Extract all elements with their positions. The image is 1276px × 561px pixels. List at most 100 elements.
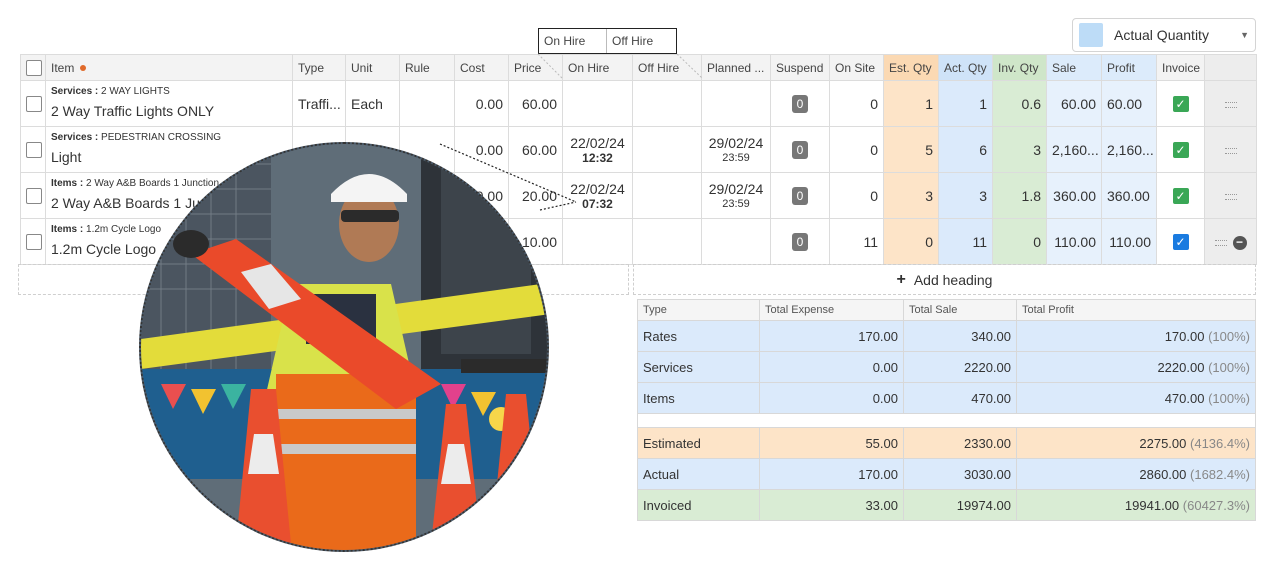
col-on-site[interactable]: On Site [829,54,884,81]
summary-type: Invoiced [637,489,760,521]
summary-sale: 2220.00 [903,351,1017,383]
summary-profit-pct: (4136.4%) [1190,435,1250,451]
row-checkbox[interactable] [26,188,42,205]
est-qty-cell[interactable]: 3 [883,172,939,219]
off-hire-cell[interactable] [632,80,702,127]
col-est-qty[interactable]: Est. Qty [883,54,939,81]
planned-cell[interactable]: 29/02/24 23:59 [701,172,771,219]
type-cell[interactable]: Traffi... [292,80,346,127]
off-hire-cell[interactable] [632,126,702,173]
on-site-cell[interactable]: 0 [829,172,884,219]
off-hire-cell[interactable] [632,218,702,265]
col-suspend[interactable]: Suspend [770,54,830,81]
totals-summary-table: Type Total Expense Total Sale Total Prof… [637,299,1256,521]
remove-row-icon[interactable]: − [1232,235,1247,250]
inv-qty-cell[interactable]: 0 [992,218,1047,265]
on-hire-cell[interactable]: 22/02/24 12:32 [562,126,633,173]
summary-profit: 19941.00 (60427.3%) [1016,489,1256,521]
col-rule[interactable]: Rule [399,54,455,81]
planned-cell[interactable] [701,218,771,265]
col-sale[interactable]: Sale [1046,54,1102,81]
on-hire-cell[interactable]: 22/02/24 07:32 [562,172,633,219]
unit-cell[interactable]: Each [345,80,400,127]
act-qty-cell[interactable]: 11 [938,218,993,265]
cost-cell[interactable]: 0.00 [454,80,509,127]
col-price[interactable]: Price [508,54,563,81]
col-inv-qty[interactable]: Inv. Qty [992,54,1047,81]
col-type[interactable]: Type [292,54,346,81]
profit-cell: 110.00 [1101,218,1157,265]
summary-type: Items [637,382,760,414]
on-site-cell[interactable]: 0 [829,80,884,127]
suspend-badge: 0 [792,94,808,113]
row-checkbox[interactable] [26,96,42,113]
invoice-checkbox[interactable]: ✓ [1172,96,1189,113]
est-qty-cell[interactable]: 0 [883,218,939,265]
row-select-cell [20,80,46,127]
row-checkbox[interactable] [26,142,42,159]
road-worker-photo [139,142,549,552]
suspend-cell[interactable]: 0 [770,172,830,219]
tooltip-off-hire: Off Hire [612,34,654,48]
cost-cell[interactable]: 0.00 [454,126,509,173]
drag-handle-icon[interactable] [1224,193,1237,200]
price-cell[interactable]: 60.00 [508,126,563,173]
col-cost[interactable]: Cost [454,54,509,81]
act-qty-cell[interactable]: 1 [938,80,993,127]
off-hire-cell[interactable] [632,172,702,219]
inv-qty-cell[interactable]: 1.8 [992,172,1047,219]
col-invoice[interactable]: Invoice [1156,54,1205,81]
col-on-hire[interactable]: On Hire [562,54,633,81]
price-cell[interactable]: 20.00 [508,172,563,219]
suspend-badge: 0 [792,186,808,205]
on-site-cell[interactable]: 0 [829,126,884,173]
col-act-qty[interactable]: Act. Qty [938,54,993,81]
summary-profit-pct: (100%) [1208,328,1250,344]
summary-expense: 170.00 [759,458,904,490]
invoice-checkbox[interactable]: ✓ [1172,142,1189,159]
summary-profit: 2220.00 (100%) [1016,351,1256,383]
col-planned[interactable]: Planned ... [701,54,771,81]
row-checkbox[interactable] [26,234,42,251]
table-row[interactable]: Services : PEDESTRIAN CROSSING Light 0.0… [20,126,1257,173]
price-cell[interactable]: 60.00 [508,80,563,127]
road-worker-illustration [141,144,547,550]
drag-handle-icon[interactable] [1224,147,1237,154]
on-site-cell[interactable]: 11 [829,218,884,265]
planned-cell[interactable] [701,80,771,127]
act-qty-cell[interactable]: 3 [938,172,993,219]
on-hire-cell[interactable] [562,218,633,265]
summary-col-sale: Total Sale [903,299,1017,321]
summary-type: Estimated [637,427,760,459]
invoice-checkbox[interactable]: ✓ [1172,188,1189,205]
profit-cell: 60.00 [1101,80,1157,127]
table-row[interactable]: Services : 2 WAY LIGHTS 2 Way Traffic Li… [20,80,1257,127]
inv-qty-cell[interactable]: 0.6 [992,80,1047,127]
suspend-cell[interactable]: 0 [770,126,830,173]
drag-handle-icon[interactable] [1224,101,1237,108]
quantity-color-swatch [1079,23,1103,47]
col-item[interactable]: Item [45,54,293,81]
rule-cell[interactable] [399,80,455,127]
inv-qty-cell[interactable]: 3 [992,126,1047,173]
suspend-cell[interactable]: 0 [770,80,830,127]
quantity-mode-select[interactable]: Actual Quantity ▼ [1072,18,1256,52]
add-heading-button[interactable]: + Add heading [633,264,1256,295]
col-profit[interactable]: Profit [1101,54,1157,81]
col-off-hire[interactable]: Off Hire [632,54,702,81]
drag-handle-icon[interactable] [1214,239,1227,246]
row-actions-cell [1204,126,1257,173]
est-qty-cell[interactable]: 5 [883,126,939,173]
summary-sale: 19974.00 [903,489,1017,521]
invoice-checkbox[interactable]: ✓ [1172,234,1189,251]
on-hire-cell[interactable] [562,80,633,127]
est-qty-cell[interactable]: 1 [883,80,939,127]
select-all-cell [20,54,46,81]
planned-cell[interactable]: 29/02/24 23:59 [701,126,771,173]
select-all-checkbox[interactable] [26,59,42,76]
col-unit[interactable]: Unit [345,54,400,81]
act-qty-cell[interactable]: 6 [938,126,993,173]
sale-cell: 360.00 [1046,172,1102,219]
item-cell[interactable]: Services : 2 WAY LIGHTS 2 Way Traffic Li… [45,80,293,127]
suspend-cell[interactable]: 0 [770,218,830,265]
